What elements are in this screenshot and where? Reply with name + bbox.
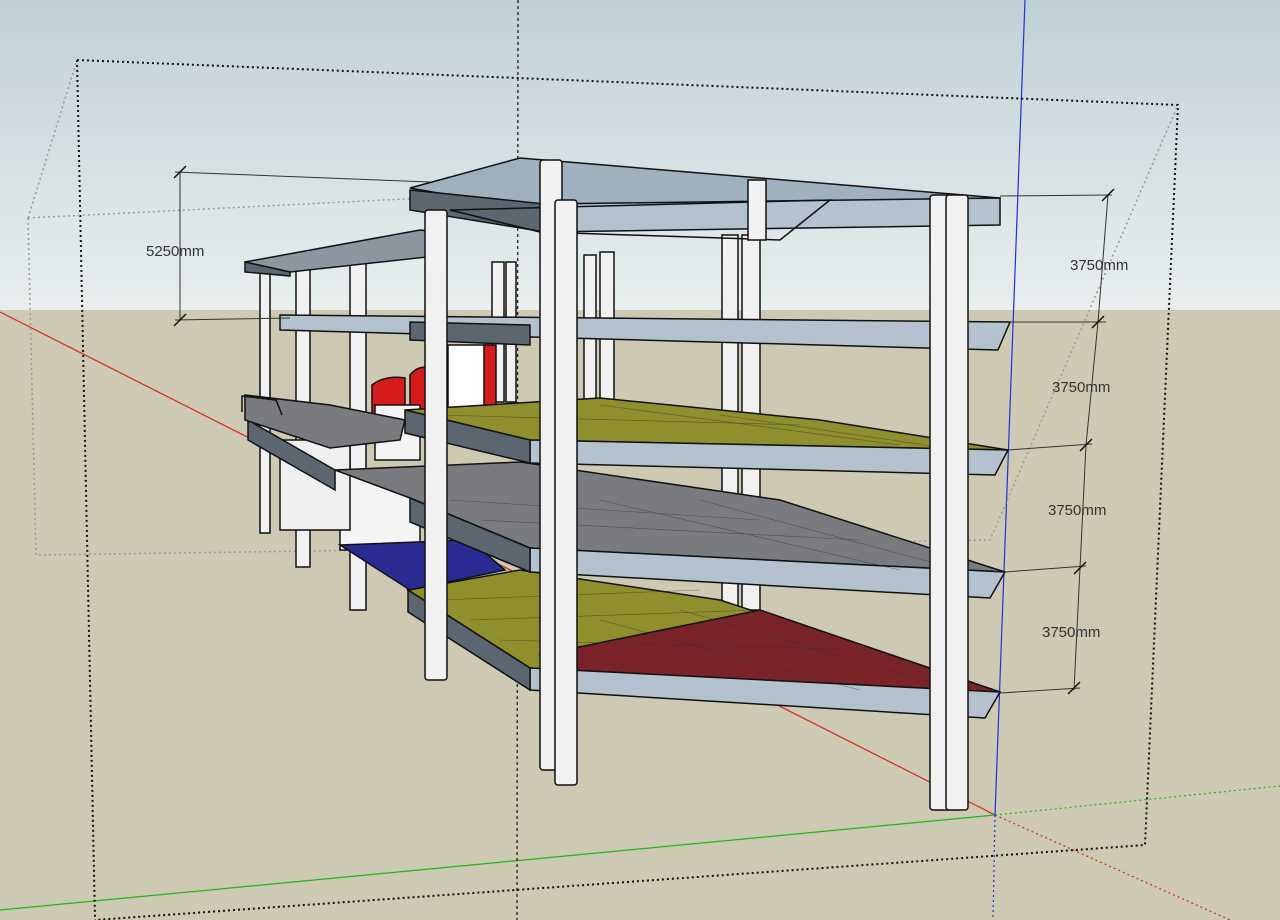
dimension-label-floor-2: 3750mm <box>1052 379 1110 396</box>
dimension-label-floor-1: 3750mm <box>1070 257 1128 274</box>
dimension-label-floor-3: 3750mm <box>1048 502 1106 519</box>
model-canvas[interactable]: 5250mm 3750mm 3750mm 3750mm 3750mm <box>0 0 1280 920</box>
dimension-label-floor-4: 3750mm <box>1042 624 1100 641</box>
dimension-label-roof: 5250mm <box>146 243 204 260</box>
sketchup-viewport[interactable]: 5250mm 3750mm 3750mm 3750mm 3750mm <box>0 0 1280 920</box>
